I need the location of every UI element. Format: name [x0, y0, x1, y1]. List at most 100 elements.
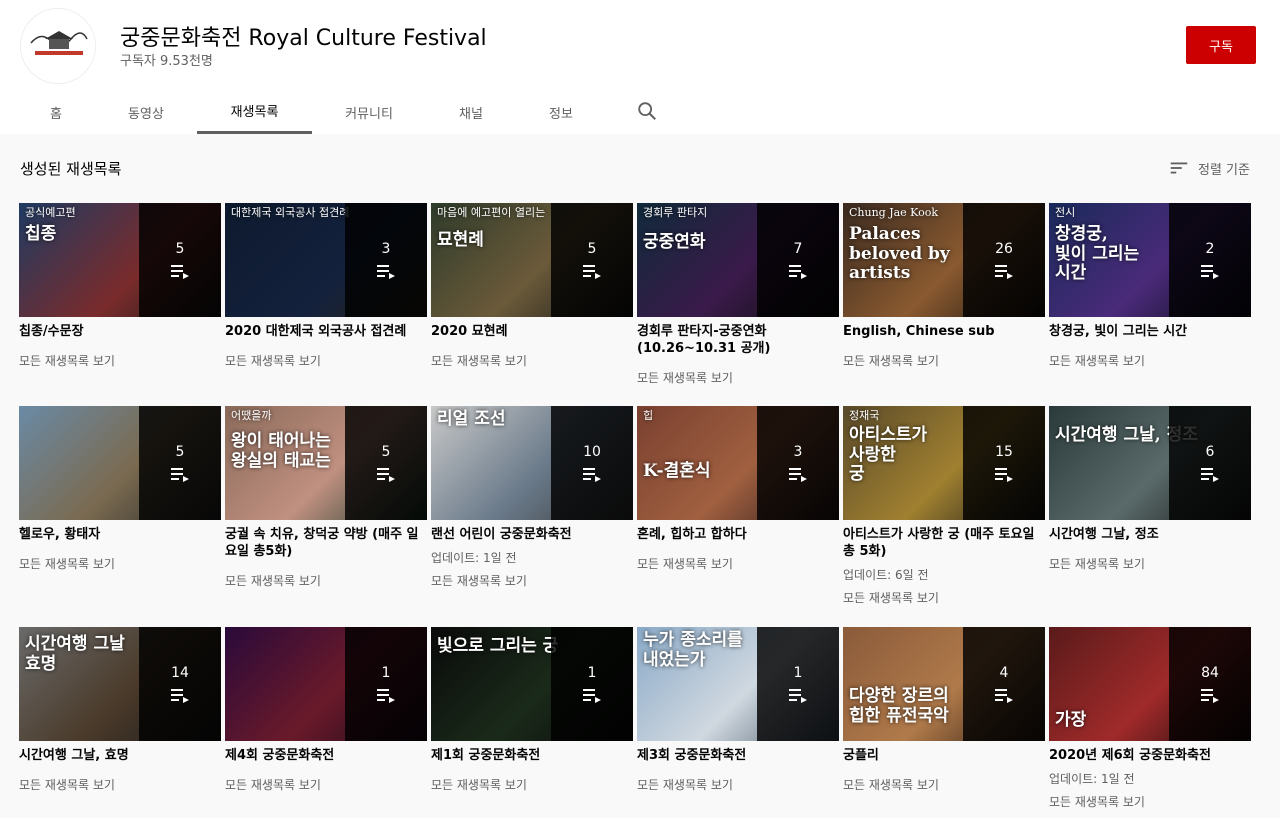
playlist-title[interactable]: 헬로우, 황태자 [19, 526, 221, 543]
playlist-card[interactable]: 마음에 예고편이 열리는 묘현례 5 2020 묘현례모든 재생목록 보기 [431, 203, 633, 369]
playlist-title[interactable]: 랜선 어린이 궁중문화축전 [431, 526, 633, 543]
playlist-title[interactable]: 칩종/수문장 [19, 323, 221, 340]
playlist-thumbnail[interactable]: 전시 창경궁, 빛이 그리는 시간 2 [1049, 203, 1251, 317]
playlist-card[interactable]: 빛으로 그리는 궁 1 제1회 궁중문화축전모든 재생목록 보기 [431, 627, 633, 793]
view-full-playlist-link[interactable]: 모든 재생목록 보기 [843, 352, 1045, 369]
playlist-title[interactable]: 제1회 궁중문화축전 [431, 747, 633, 764]
playlist-thumbnail[interactable]: 어땠을까 왕이 태어나는 왕실의 태교는 5 [225, 406, 427, 520]
view-full-playlist-link[interactable]: 모든 재생목록 보기 [1049, 352, 1251, 369]
playlist-card[interactable]: 다양한 장르의 힙한 퓨전국악 4 궁플리모든 재생목록 보기 [843, 627, 1045, 793]
view-full-playlist-link[interactable]: 모든 재생목록 보기 [225, 572, 427, 589]
playlist-thumbnail[interactable]: 시간여행 그날 효명 14 [19, 627, 221, 741]
playlist-card[interactable]: 가장 84 2020년 제6회 궁중문화축전 업데이트: 1일 전 모든 재생목록 보기 [1049, 627, 1251, 810]
playlist-thumbnail[interactable]: 힙 K-결혼식 3 [637, 406, 839, 520]
playlist-count-overlay: 7 [757, 203, 839, 317]
channel-avatar[interactable] [20, 8, 96, 84]
playlist-card[interactable]: 전시 창경궁, 빛이 그리는 시간 2 창경궁, 빛이 그리는 시간모든 재생목록 보… [1049, 203, 1251, 369]
playlist-count-overlay: 15 [963, 406, 1045, 520]
view-full-playlist-link[interactable]: 모든 재생목록 보기 [19, 776, 221, 793]
playlist-title[interactable]: 제3회 궁중문화축전 [637, 747, 839, 764]
search-icon[interactable] [636, 100, 658, 122]
playlist-card[interactable]: Chung Jae Kook Palaces beloved by artists… [843, 203, 1045, 369]
playlist-card[interactable]: 경회루 판타지 궁중연화 7 경회루 판타지-궁중연화 (10.26~10.31 공개… [637, 203, 839, 386]
playlist-card[interactable]: 1 제4회 궁중문화축전모든 재생목록 보기 [225, 627, 427, 793]
thumbnail-caption: 왕이 태어나는 왕실의 태교는 [231, 431, 331, 471]
playlist-title[interactable]: 2020 대한제국 외국공사 접견례 [225, 323, 427, 340]
playlist-card[interactable]: 시간여행 그날 효명 14 시간여행 그날, 효명모든 재생목록 보기 [19, 627, 221, 793]
video-count: 2 [1205, 241, 1215, 257]
thumbnail-caption: K-결혼식 [643, 461, 711, 481]
playlist-card[interactable]: 5 헬로우, 황태자모든 재생목록 보기 [19, 406, 221, 572]
playlist-thumbnail[interactable]: 1 [225, 627, 427, 741]
playlist-title[interactable]: 경회루 판타지-궁중연화 (10.26~10.31 공개) [637, 323, 839, 357]
view-full-playlist-link[interactable]: 모든 재생목록 보기 [225, 352, 427, 369]
playlist-thumbnail[interactable]: 공식예고편 칩종 5 [19, 203, 221, 317]
playlist-thumbnail[interactable]: 빛으로 그리는 궁 1 [431, 627, 633, 741]
playlist-thumbnail[interactable]: 리얼 조선 10 [431, 406, 633, 520]
view-full-playlist-link[interactable]: 모든 재생목록 보기 [637, 776, 839, 793]
view-full-playlist-link[interactable]: 모든 재생목록 보기 [637, 555, 839, 572]
playlist-thumbnail[interactable]: 다양한 장르의 힙한 퓨전국악 4 [843, 627, 1045, 741]
playlist-thumbnail[interactable]: 정재국 아티스트가 사랑한 궁 15 [843, 406, 1045, 520]
view-full-playlist-link[interactable]: 모든 재생목록 보기 [843, 776, 1045, 793]
playlist-title[interactable]: 제4회 궁중문화축전 [225, 747, 427, 764]
playlist-card[interactable]: 리얼 조선 10 랜선 어린이 궁중문화축전 업데이트: 1일 전 모든 재생목록 보기 [431, 406, 633, 589]
playlist-icon [995, 265, 1013, 279]
playlist-thumbnail[interactable]: 대한제국 외국공사 접견례 3 [225, 203, 427, 317]
playlist-icon [789, 265, 807, 279]
view-full-playlist-link[interactable]: 모든 재생목록 보기 [431, 352, 633, 369]
tab-about[interactable]: 정보 [525, 90, 597, 134]
playlist-icon [377, 689, 395, 703]
view-full-playlist-link[interactable]: 모든 재생목록 보기 [843, 589, 1045, 606]
view-full-playlist-link[interactable]: 모든 재생목록 보기 [19, 555, 221, 572]
video-count: 10 [583, 444, 601, 460]
playlist-card[interactable]: 누가 종소리를 내었는가 1 제3회 궁중문화축전모든 재생목록 보기 [637, 627, 839, 793]
playlist-title[interactable]: English, Chinese sub [843, 323, 1045, 340]
view-full-playlist-link[interactable]: 모든 재생목록 보기 [1049, 793, 1251, 810]
view-full-playlist-link[interactable]: 모든 재생목록 보기 [637, 369, 839, 386]
playlist-title[interactable]: 궁궐 속 치유, 창덕궁 약방 (매주 일요일 총5화) [225, 526, 427, 560]
view-full-playlist-link[interactable]: 모든 재생목록 보기 [431, 572, 633, 589]
playlist-title[interactable]: 혼례, 힙하고 합하다 [637, 526, 839, 543]
thumbnail-caption: 가장 [1055, 710, 1087, 730]
playlist-title[interactable]: 시간여행 그날, 정조 [1049, 526, 1251, 543]
playlist-thumbnail[interactable]: Chung Jae Kook Palaces beloved by artists… [843, 203, 1045, 317]
playlist-thumbnail[interactable]: 마음에 예고편이 열리는 묘현례 5 [431, 203, 633, 317]
video-count: 1 [587, 665, 597, 681]
tab-channels[interactable]: 채널 [435, 90, 507, 134]
playlist-title[interactable]: 창경궁, 빛이 그리는 시간 [1049, 323, 1251, 340]
playlist-count-overlay: 3 [757, 406, 839, 520]
sort-button[interactable]: 정렬 기준 [1168, 157, 1250, 179]
playlist-card[interactable]: 어땠을까 왕이 태어나는 왕실의 태교는 5 궁궐 속 치유, 창덕궁 약방 (매주 … [225, 406, 427, 589]
playlist-thumbnail[interactable]: 누가 종소리를 내었는가 1 [637, 627, 839, 741]
playlist-card[interactable]: 대한제국 외국공사 접견례 3 2020 대한제국 외국공사 접견례모든 재생목록 … [225, 203, 427, 369]
playlist-count-overlay: 84 [1169, 627, 1251, 741]
view-full-playlist-link[interactable]: 모든 재생목록 보기 [19, 352, 221, 369]
playlist-thumbnail[interactable]: 경회루 판타지 궁중연화 7 [637, 203, 839, 317]
view-full-playlist-link[interactable]: 모든 재생목록 보기 [431, 776, 633, 793]
playlist-icon [1201, 265, 1219, 279]
playlist-card[interactable]: 힙 K-결혼식 3 혼례, 힙하고 합하다 모든 재생목록 보기 [637, 406, 839, 572]
playlist-icon [583, 265, 601, 279]
playlist-card[interactable]: 시간여행 그날, 정조 6 시간여행 그날, 정조모든 재생목록 보기 [1049, 406, 1251, 572]
playlist-thumbnail[interactable]: 시간여행 그날, 정조 6 [1049, 406, 1251, 520]
playlist-icon [789, 468, 807, 482]
playlist-card[interactable]: 공식예고편 칩종 5 칩종/수문장모든 재생목록 보기 [19, 203, 221, 369]
thumbnail-caption: 다양한 장르의 힙한 퓨전국악 [849, 686, 949, 726]
tab-playlists[interactable]: 재생목록 [197, 90, 312, 134]
playlist-thumbnail[interactable]: 5 [19, 406, 221, 520]
playlist-title[interactable]: 시간여행 그날, 효명 [19, 747, 221, 764]
tab-community[interactable]: 커뮤니티 [325, 90, 413, 134]
playlist-title[interactable]: 궁플리 [843, 747, 1045, 764]
playlist-title[interactable]: 2020 묘현례 [431, 323, 633, 340]
view-full-playlist-link[interactable]: 모든 재생목록 보기 [225, 776, 427, 793]
subscribe-button[interactable]: 구독 [1186, 26, 1256, 64]
view-full-playlist-link[interactable]: 모든 재생목록 보기 [1049, 555, 1251, 572]
playlist-title[interactable]: 2020년 제6회 궁중문화축전 [1049, 747, 1251, 764]
playlist-card[interactable]: 정재국 아티스트가 사랑한 궁 15 아티스트가 사랑한 궁 (매주 토요일 총 5화… [843, 406, 1045, 606]
playlist-thumbnail[interactable]: 가장 84 [1049, 627, 1251, 741]
playlist-count-overlay: 14 [139, 627, 221, 741]
playlist-title[interactable]: 아티스트가 사랑한 궁 (매주 토요일 총 5화) [843, 526, 1045, 560]
tab-home[interactable]: 홈 [20, 90, 92, 134]
tab-videos[interactable]: 동영상 [110, 90, 182, 134]
